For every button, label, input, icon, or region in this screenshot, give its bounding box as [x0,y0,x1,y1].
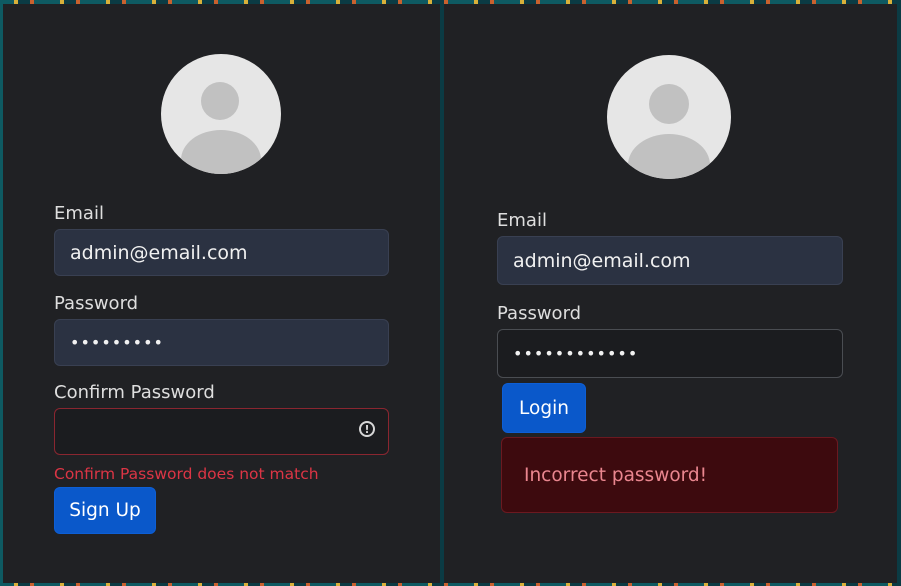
sign-up-button[interactable]: Sign Up [54,487,156,534]
password-label: Password [497,303,582,324]
email-label: Email [497,210,547,231]
user-avatar-icon [161,54,281,174]
confirm-password-label: Confirm Password [54,382,215,403]
password-value: •••••••••••• [513,344,639,363]
login-label: Login [519,397,569,419]
email-value: admin@email.com [70,241,248,264]
login-button[interactable]: Login [502,383,586,433]
password-value: ••••••••• [70,333,164,352]
confirm-password-error: Confirm Password does not match [54,465,319,483]
exclamation-circle-icon: ! [359,421,375,437]
error-alert: Incorrect password! [501,437,838,513]
email-field[interactable]: admin@email.com [54,229,389,276]
sign-up-label: Sign Up [69,500,141,521]
user-avatar-icon [607,55,731,179]
confirm-password-field[interactable]: ! [54,408,389,455]
email-label: Email [54,203,104,224]
email-field[interactable]: admin@email.com [497,236,843,285]
password-label: Password [54,293,139,314]
email-value: admin@email.com [513,249,691,272]
error-alert-text: Incorrect password! [524,464,708,486]
password-field[interactable]: •••••••••••• [497,329,843,378]
password-field[interactable]: ••••••••• [54,319,389,366]
login-panel: Email admin@email.com Password •••••••••… [444,4,897,583]
signup-panel: Email admin@email.com Password •••••••••… [3,4,440,583]
